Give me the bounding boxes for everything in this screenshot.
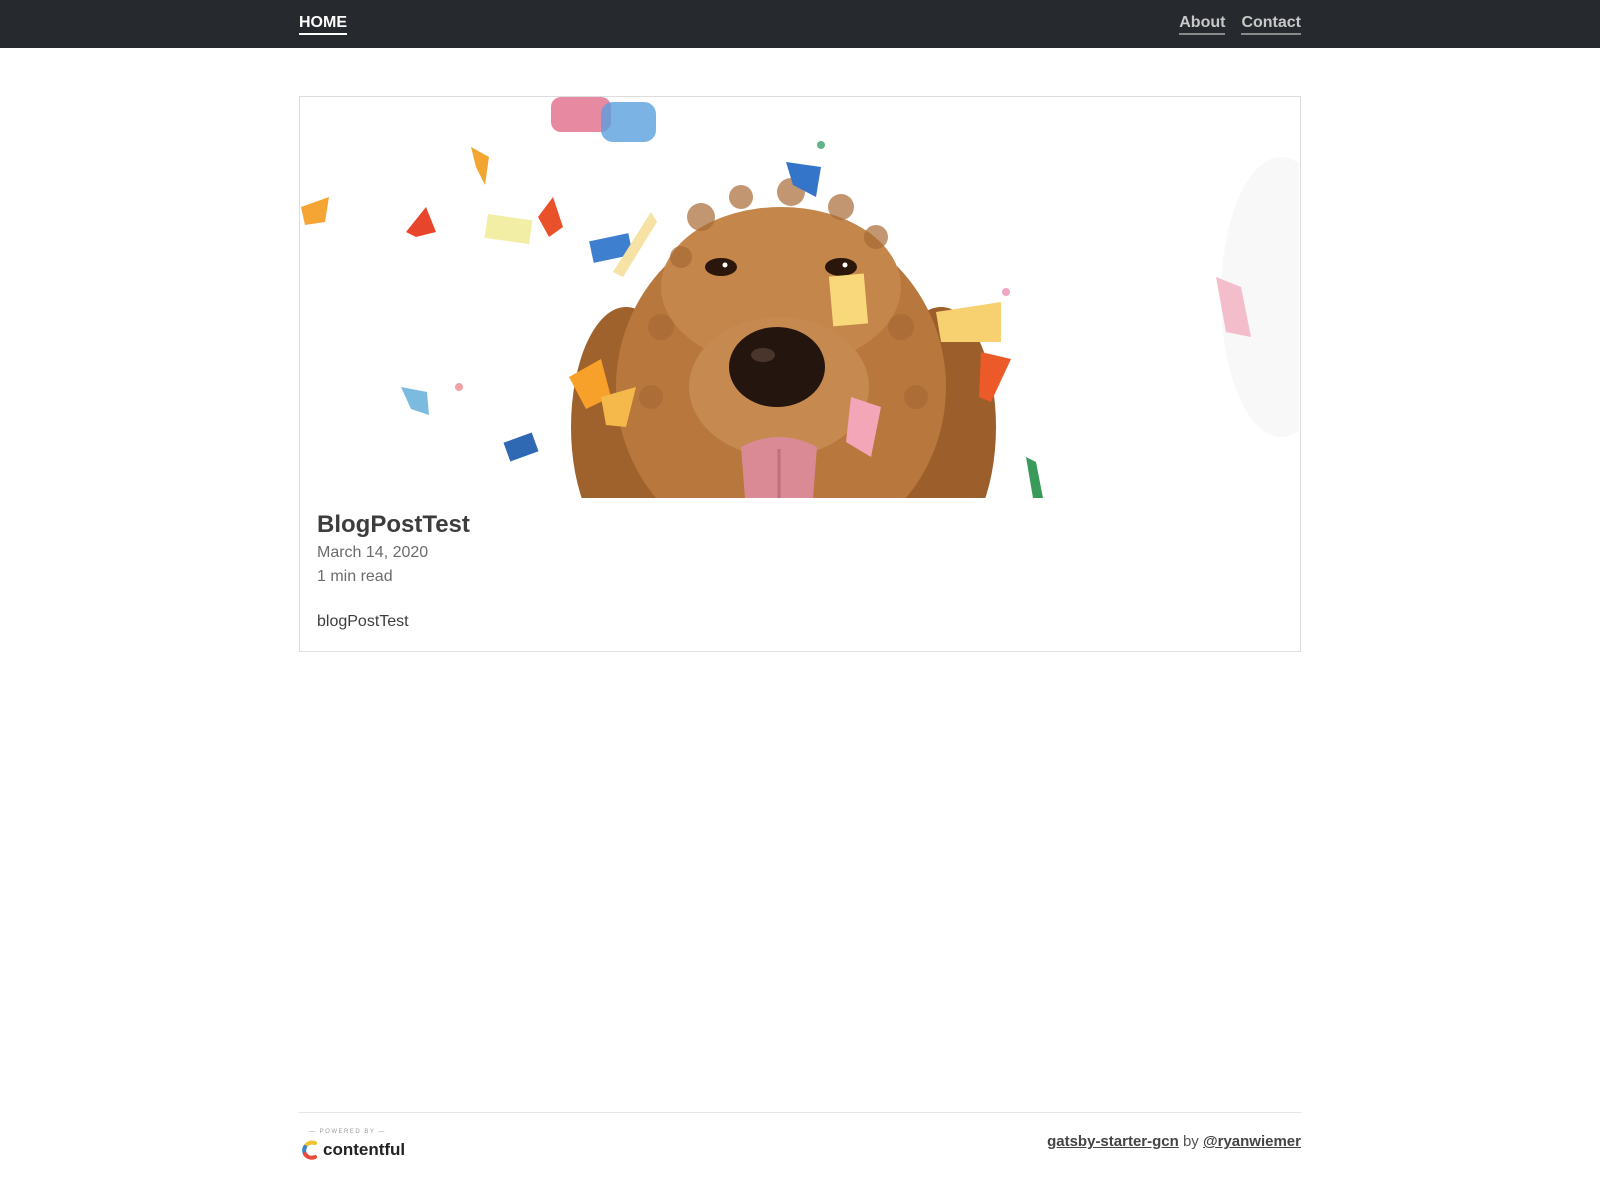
nav-home-link[interactable]: HOME [299,14,347,35]
site-footer: — POWERED BY — contentful gatsby-starter… [299,1112,1301,1172]
footer-credit: gatsby-starter-gcn by @ryanwiemer [1047,1133,1301,1150]
post-card[interactable]: BlogPostTest March 14, 2020 1 min read b… [299,96,1301,652]
post-read-time: 1 min read [317,568,393,585]
contentful-mark-icon [302,1140,317,1160]
nav-about-link[interactable]: About [1179,14,1226,35]
post-title[interactable]: BlogPostTest [317,511,470,539]
repo-link[interactable]: gatsby-starter-gcn [1047,1133,1179,1150]
top-navigation-bar: HOME About Contact [0,0,1600,48]
powered-by-label: — POWERED BY — [309,1129,386,1135]
nav-contact-link[interactable]: Contact [1241,14,1301,35]
post-hero-image[interactable] [301,97,1299,498]
credit-by-text: by [1182,1133,1199,1150]
author-link[interactable]: @ryanwiemer [1203,1133,1301,1150]
powered-by-contentful-logo[interactable]: — POWERED BY — contentful [301,1129,411,1173]
nav-links: About Contact [1179,14,1301,35]
post-excerpt: blogPostTest [317,613,409,630]
contentful-wordmark: contentful [323,1140,406,1159]
contentful-logo: contentful [301,1139,405,1161]
dog-confetti-illustration [301,97,1299,498]
nav-inner: HOME About Contact [299,0,1301,48]
post-date: March 14, 2020 [317,544,429,561]
